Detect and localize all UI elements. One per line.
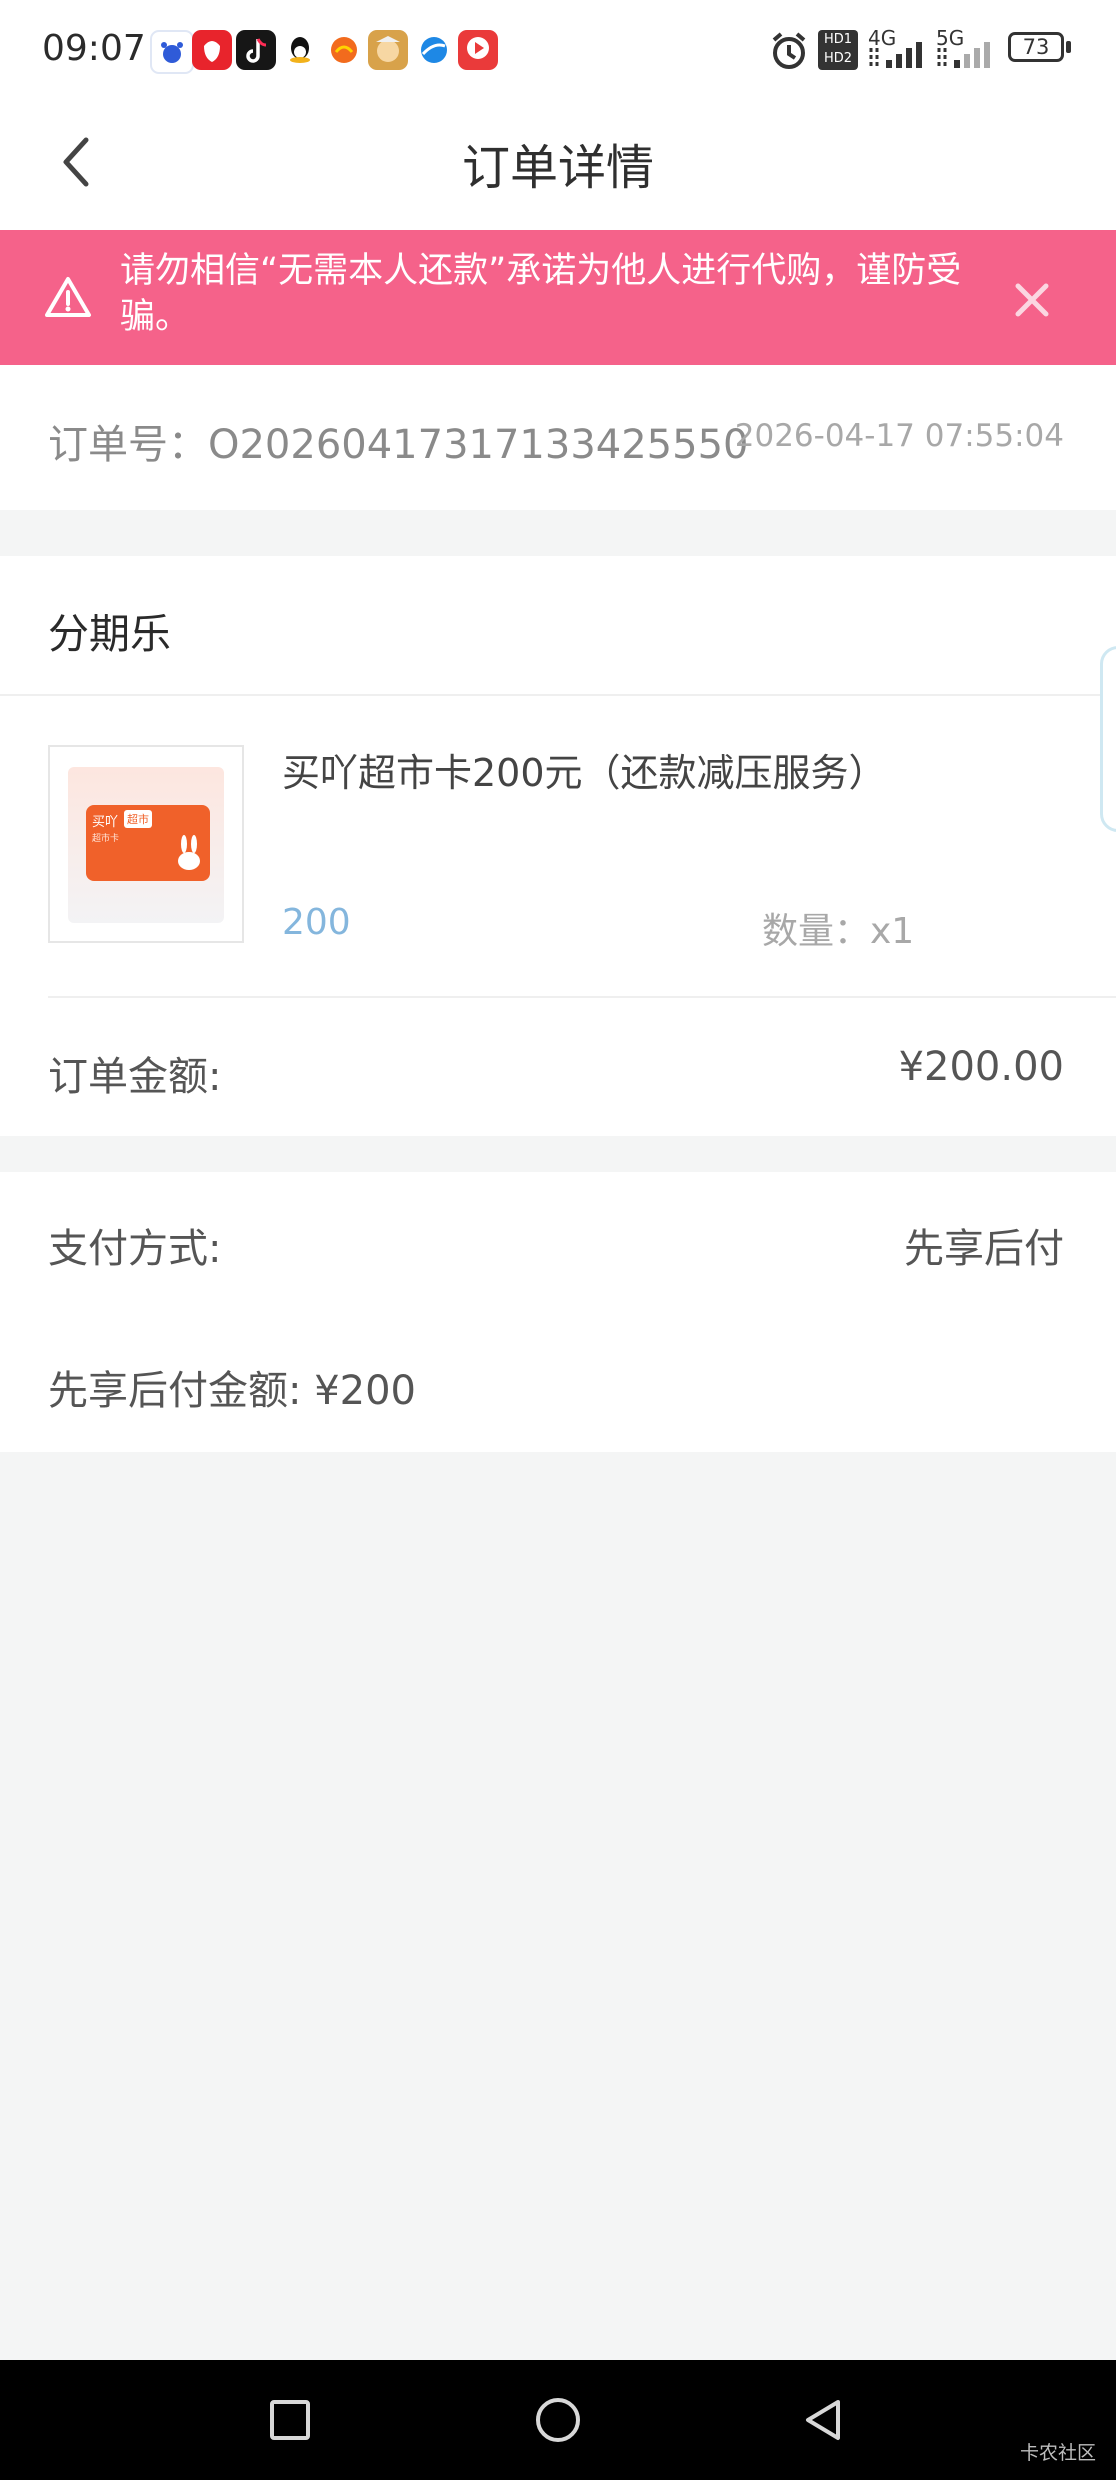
warning-icon: [44, 275, 92, 323]
battery-indicator: 73: [1008, 32, 1064, 62]
status-time: 09:07: [42, 28, 146, 69]
product-name: 买吖超市卡200元（还款减压服务）: [282, 751, 887, 795]
hd-indicator: HD1 HD2: [818, 30, 858, 70]
product-face-value: 200: [282, 902, 351, 943]
baidu-app-icon: [150, 30, 194, 74]
orange-app-icon: [324, 30, 364, 70]
payment-method-label: 支付方式:: [48, 1226, 222, 1272]
home-icon[interactable]: [534, 2396, 582, 2448]
qq-app-icon: [280, 30, 320, 70]
installment-amount: 先享后付金额: ¥200: [48, 1368, 416, 1414]
product-thumbnail: 买吖 超市 超市卡: [48, 745, 244, 943]
weibo-app-icon: [192, 30, 232, 70]
order-time: 2026-04-17 07:55:04: [734, 418, 1064, 454]
alarm-icon: [768, 30, 810, 76]
warning-text: 请勿相信“无需本人还款”承诺为他人进行代购，谨防受骗。: [120, 251, 962, 337]
card-brand: 买吖: [92, 815, 119, 830]
floating-side-tab[interactable]: [1100, 646, 1116, 832]
recent-apps-icon[interactable]: [268, 2398, 312, 2446]
douyin-app-icon: [236, 30, 276, 70]
video-app-icon: [458, 30, 498, 70]
card-tag: 超市: [124, 810, 152, 828]
payment-method-value: 先享后付: [904, 1226, 1064, 1272]
game-app-icon: [368, 30, 408, 70]
watermark: 卡农社区: [1019, 2442, 1096, 2464]
signal-icon: [868, 40, 926, 74]
merchant-title: 分期乐: [48, 610, 171, 658]
back-icon[interactable]: [800, 2396, 848, 2448]
page-title: 订单详情: [461, 140, 654, 196]
rabbit-icon: [174, 835, 204, 879]
divider: [0, 694, 1116, 696]
close-icon[interactable]: [1010, 278, 1054, 326]
supermarket-card-image: 买吖 超市 超市卡: [86, 805, 210, 881]
order-number: 订单号：O202604173171334255​50: [48, 422, 749, 468]
signal-5g-icon: [936, 40, 996, 74]
card-sub: 超市卡: [92, 834, 120, 844]
battery-tip: [1066, 41, 1071, 53]
order-amount-label: 订单金额:: [48, 1054, 222, 1100]
browser-app-icon: [414, 30, 454, 70]
product-quantity: 数量：x1: [762, 911, 915, 952]
order-amount-value: ¥200.00: [898, 1044, 1064, 1090]
divider: [48, 996, 1116, 998]
